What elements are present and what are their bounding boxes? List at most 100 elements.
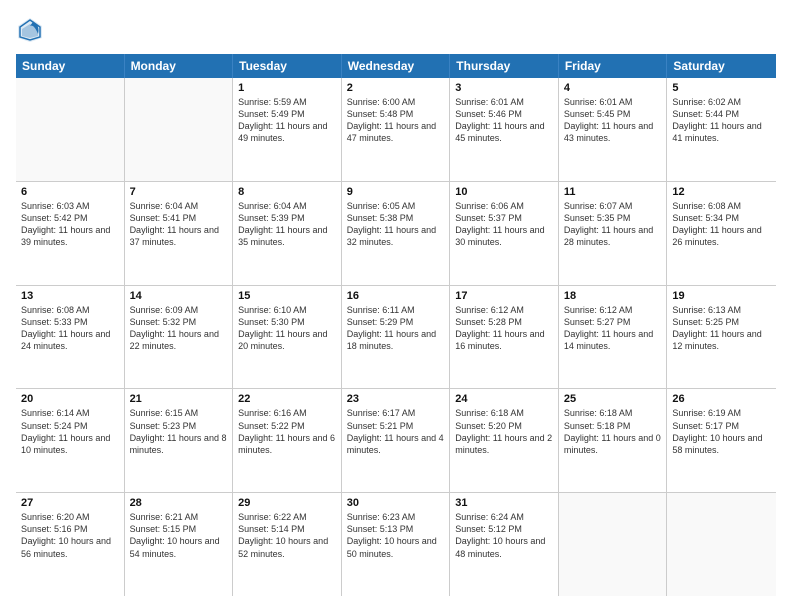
day-number: 24 bbox=[455, 393, 553, 405]
day-info: Sunrise: 6:05 AM Sunset: 5:38 PM Dayligh… bbox=[347, 200, 445, 249]
day-info: Sunrise: 6:04 AM Sunset: 5:39 PM Dayligh… bbox=[238, 200, 336, 249]
day-number: 7 bbox=[130, 186, 228, 198]
day-cell-8: 8 Sunrise: 6:04 AM Sunset: 5:39 PM Daylig… bbox=[233, 182, 342, 285]
day-cell-13: 13 Sunrise: 6:08 AM Sunset: 5:33 PM Dayli… bbox=[16, 286, 125, 389]
day-info: Sunrise: 6:11 AM Sunset: 5:29 PM Dayligh… bbox=[347, 304, 445, 353]
day-cell-20: 20 Sunrise: 6:14 AM Sunset: 5:24 PM Dayli… bbox=[16, 389, 125, 492]
day-cell-19: 19Sunrise: 6:13 AM Sunset: 5:25 PM Dayli… bbox=[667, 286, 776, 389]
empty-cell bbox=[16, 78, 125, 181]
day-info: Sunrise: 6:22 AM Sunset: 5:14 PM Dayligh… bbox=[238, 511, 336, 560]
day-number: 21 bbox=[130, 393, 228, 405]
day-cell-14: 14 Sunrise: 6:09 AM Sunset: 5:32 PM Dayli… bbox=[125, 286, 234, 389]
logo bbox=[16, 16, 48, 44]
day-cell-31: 31 Sunrise: 6:24 AM Sunset: 5:12 PM Dayli… bbox=[450, 493, 559, 596]
day-number: 2 bbox=[347, 82, 445, 94]
day-number: 27 bbox=[21, 497, 119, 509]
week-row-5: 27 Sunrise: 6:20 AM Sunset: 5:16 PM Dayli… bbox=[16, 493, 776, 596]
day-cell-4: 4 Sunrise: 6:01 AM Sunset: 5:45 PM Daylig… bbox=[559, 78, 668, 181]
empty-cell bbox=[125, 78, 234, 181]
day-number: 15 bbox=[238, 290, 336, 302]
day-info: Sunrise: 6:24 AM Sunset: 5:12 PM Dayligh… bbox=[455, 511, 553, 560]
day-cell-11: 11 Sunrise: 6:07 AM Sunset: 5:35 PM Dayli… bbox=[559, 182, 668, 285]
day-info: Sunrise: 6:12 AM Sunset: 5:28 PM Dayligh… bbox=[455, 304, 553, 353]
day-cell-6: 6 Sunrise: 6:03 AM Sunset: 5:42 PM Daylig… bbox=[16, 182, 125, 285]
day-number: 31 bbox=[455, 497, 553, 509]
day-cell-29: 29 Sunrise: 6:22 AM Sunset: 5:14 PM Dayli… bbox=[233, 493, 342, 596]
day-number: 5 bbox=[672, 82, 771, 94]
day-info: Sunrise: 6:01 AM Sunset: 5:46 PM Dayligh… bbox=[455, 96, 553, 145]
day-cell-10: 10 Sunrise: 6:06 AM Sunset: 5:37 PM Dayli… bbox=[450, 182, 559, 285]
day-number: 28 bbox=[130, 497, 228, 509]
empty-cell bbox=[559, 493, 668, 596]
week-row-1: 1 Sunrise: 5:59 AM Sunset: 5:49 PM Daylig… bbox=[16, 78, 776, 182]
day-number: 8 bbox=[238, 186, 336, 198]
day-cell-17: 17Sunrise: 6:12 AM Sunset: 5:28 PM Dayli… bbox=[450, 286, 559, 389]
day-number: 10 bbox=[455, 186, 553, 198]
day-info: Sunrise: 6:15 AM Sunset: 5:23 PM Dayligh… bbox=[130, 407, 228, 456]
day-number: 13 bbox=[21, 290, 119, 302]
day-number: 16 bbox=[347, 290, 445, 302]
day-cell-9: 9 Sunrise: 6:05 AM Sunset: 5:38 PM Daylig… bbox=[342, 182, 451, 285]
day-info: Sunrise: 6:01 AM Sunset: 5:45 PM Dayligh… bbox=[564, 96, 662, 145]
day-info: Sunrise: 6:10 AM Sunset: 5:30 PM Dayligh… bbox=[238, 304, 336, 353]
day-info: Sunrise: 6:09 AM Sunset: 5:32 PM Dayligh… bbox=[130, 304, 228, 353]
day-cell-24: 24 Sunrise: 6:18 AM Sunset: 5:20 PM Dayli… bbox=[450, 389, 559, 492]
header-day-tuesday: Tuesday bbox=[233, 54, 342, 78]
day-number: 25 bbox=[564, 393, 662, 405]
day-info: Sunrise: 6:23 AM Sunset: 5:13 PM Dayligh… bbox=[347, 511, 445, 560]
day-cell-26: 26 Sunrise: 6:19 AM Sunset: 5:17 PM Dayli… bbox=[667, 389, 776, 492]
day-info: Sunrise: 6:14 AM Sunset: 5:24 PM Dayligh… bbox=[21, 407, 119, 456]
day-cell-30: 30Sunrise: 6:23 AM Sunset: 5:13 PM Dayli… bbox=[342, 493, 451, 596]
header-day-thursday: Thursday bbox=[450, 54, 559, 78]
day-cell-15: 15 Sunrise: 6:10 AM Sunset: 5:30 PM Dayli… bbox=[233, 286, 342, 389]
day-info: Sunrise: 6:02 AM Sunset: 5:44 PM Dayligh… bbox=[672, 96, 771, 145]
day-cell-21: 21 Sunrise: 6:15 AM Sunset: 5:23 PM Dayli… bbox=[125, 389, 234, 492]
day-cell-7: 7Sunrise: 6:04 AM Sunset: 5:41 PM Daylig… bbox=[125, 182, 234, 285]
day-info: Sunrise: 6:03 AM Sunset: 5:42 PM Dayligh… bbox=[21, 200, 119, 249]
empty-cell bbox=[667, 493, 776, 596]
header-day-wednesday: Wednesday bbox=[342, 54, 451, 78]
calendar-body: 1 Sunrise: 5:59 AM Sunset: 5:49 PM Daylig… bbox=[16, 78, 776, 596]
day-number: 23 bbox=[347, 393, 445, 405]
day-info: Sunrise: 6:07 AM Sunset: 5:35 PM Dayligh… bbox=[564, 200, 662, 249]
day-cell-22: 22 Sunrise: 6:16 AM Sunset: 5:22 PM Dayli… bbox=[233, 389, 342, 492]
day-number: 6 bbox=[21, 186, 119, 198]
day-cell-1: 1 Sunrise: 5:59 AM Sunset: 5:49 PM Daylig… bbox=[233, 78, 342, 181]
header-day-monday: Monday bbox=[125, 54, 234, 78]
day-number: 26 bbox=[672, 393, 771, 405]
day-cell-16: 16 Sunrise: 6:11 AM Sunset: 5:29 PM Dayli… bbox=[342, 286, 451, 389]
day-info: Sunrise: 6:17 AM Sunset: 5:21 PM Dayligh… bbox=[347, 407, 445, 456]
day-number: 9 bbox=[347, 186, 445, 198]
week-row-4: 20 Sunrise: 6:14 AM Sunset: 5:24 PM Dayli… bbox=[16, 389, 776, 493]
day-number: 29 bbox=[238, 497, 336, 509]
page: SundayMondayTuesdayWednesdayThursdayFrid… bbox=[0, 0, 792, 612]
day-info: Sunrise: 6:00 AM Sunset: 5:48 PM Dayligh… bbox=[347, 96, 445, 145]
day-number: 1 bbox=[238, 82, 336, 94]
day-number: 20 bbox=[21, 393, 119, 405]
day-info: Sunrise: 6:19 AM Sunset: 5:17 PM Dayligh… bbox=[672, 407, 771, 456]
day-cell-23: 23 Sunrise: 6:17 AM Sunset: 5:21 PM Dayli… bbox=[342, 389, 451, 492]
calendar: SundayMondayTuesdayWednesdayThursdayFrid… bbox=[16, 54, 776, 596]
day-number: 11 bbox=[564, 186, 662, 198]
day-number: 14 bbox=[130, 290, 228, 302]
header-day-sunday: Sunday bbox=[16, 54, 125, 78]
day-cell-28: 28Sunrise: 6:21 AM Sunset: 5:15 PM Dayli… bbox=[125, 493, 234, 596]
day-info: Sunrise: 6:20 AM Sunset: 5:16 PM Dayligh… bbox=[21, 511, 119, 560]
week-row-3: 13 Sunrise: 6:08 AM Sunset: 5:33 PM Dayli… bbox=[16, 286, 776, 390]
day-number: 19 bbox=[672, 290, 771, 302]
day-info: Sunrise: 6:08 AM Sunset: 5:33 PM Dayligh… bbox=[21, 304, 119, 353]
day-cell-2: 2 Sunrise: 6:00 AM Sunset: 5:48 PM Daylig… bbox=[342, 78, 451, 181]
day-info: Sunrise: 6:18 AM Sunset: 5:18 PM Dayligh… bbox=[564, 407, 662, 456]
calendar-header: SundayMondayTuesdayWednesdayThursdayFrid… bbox=[16, 54, 776, 78]
day-cell-27: 27 Sunrise: 6:20 AM Sunset: 5:16 PM Dayli… bbox=[16, 493, 125, 596]
day-number: 22 bbox=[238, 393, 336, 405]
day-number: 18 bbox=[564, 290, 662, 302]
header bbox=[16, 16, 776, 44]
header-day-saturday: Saturday bbox=[667, 54, 776, 78]
day-info: Sunrise: 6:16 AM Sunset: 5:22 PM Dayligh… bbox=[238, 407, 336, 456]
day-info: Sunrise: 6:06 AM Sunset: 5:37 PM Dayligh… bbox=[455, 200, 553, 249]
day-info: Sunrise: 5:59 AM Sunset: 5:49 PM Dayligh… bbox=[238, 96, 336, 145]
day-number: 4 bbox=[564, 82, 662, 94]
day-cell-12: 12Sunrise: 6:08 AM Sunset: 5:34 PM Dayli… bbox=[667, 182, 776, 285]
day-info: Sunrise: 6:18 AM Sunset: 5:20 PM Dayligh… bbox=[455, 407, 553, 456]
